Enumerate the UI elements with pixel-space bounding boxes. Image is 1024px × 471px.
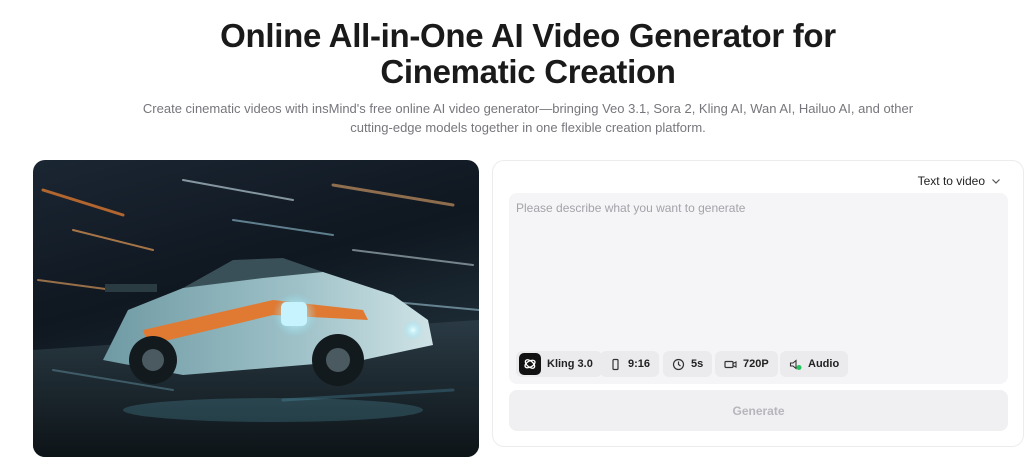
hero-image <box>33 160 479 457</box>
duration-label: 5s <box>691 358 704 370</box>
speaker-icon <box>789 358 802 370</box>
page-title: Online All-in-One AI Video Generator for… <box>0 18 1024 90</box>
audio-label: Audio <box>808 358 840 370</box>
clock-icon <box>672 358 685 370</box>
video-camera-icon <box>724 360 737 368</box>
prompt-area: Kling 3.0 9:16 5s 720P <box>509 193 1008 384</box>
chevron-down-icon <box>992 179 1000 184</box>
generator-panel: Text to video Kling 3.0 9:16 <box>492 160 1024 447</box>
kling-logo-icon <box>519 353 541 375</box>
mode-dropdown[interactable]: Text to video <box>918 171 1001 191</box>
prompt-input[interactable] <box>516 201 996 341</box>
portrait-ratio-icon <box>612 358 619 370</box>
race-car-illustration <box>33 179 479 457</box>
page-subtitle-line1: Create cinematic videos with insMind's f… <box>142 101 914 116</box>
model-selector[interactable]: Kling 3.0 <box>516 351 602 377</box>
page-title-line1: Online All-in-One AI Video Generator for <box>220 17 836 54</box>
page-subtitle: Create cinematic videos with insMind's f… <box>120 99 936 137</box>
aspect-ratio-selector[interactable]: 9:16 <box>600 351 660 377</box>
generate-button[interactable]: Generate <box>509 390 1008 431</box>
aspect-ratio-label: 9:16 <box>628 358 651 370</box>
resolution-selector[interactable]: 720P <box>715 351 778 377</box>
audio-toggle[interactable]: Audio <box>780 351 849 377</box>
model-selector-label: Kling 3.0 <box>547 358 593 370</box>
page-title-line2: Cinematic Creation <box>380 53 676 90</box>
resolution-label: 720P <box>743 358 769 370</box>
page-subtitle-line2: cutting-edge models together in one flex… <box>350 120 706 135</box>
duration-selector[interactable]: 5s <box>663 351 713 377</box>
mode-dropdown-label: Text to video <box>917 174 985 188</box>
